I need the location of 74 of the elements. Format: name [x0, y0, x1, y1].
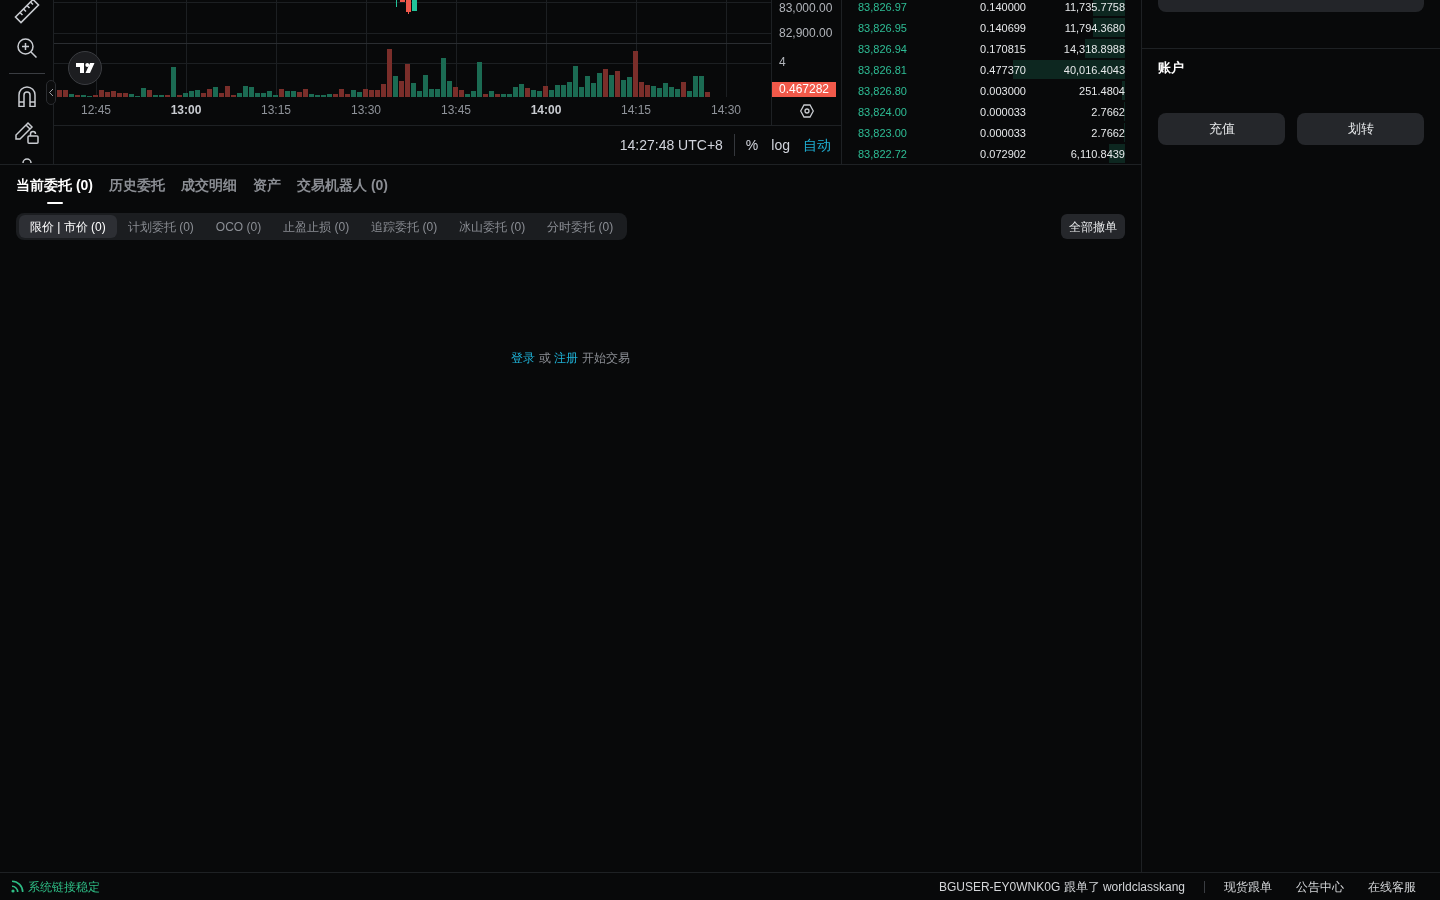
login-link[interactable]: 登录 — [511, 351, 536, 365]
order-type-tab[interactable]: 追踪委托 (0) — [360, 215, 449, 238]
footer-link[interactable]: 公告中心 — [1296, 877, 1344, 896]
price-axis-label: 82,900.00 — [779, 25, 833, 41]
order-amount: 0.170815 — [979, 41, 1026, 56]
price-axis-label: 83,000.00 — [779, 0, 833, 16]
order-price: 83,823.00 — [858, 125, 908, 140]
order-type-tab[interactable]: 限价 | 市价 (0) — [19, 215, 117, 238]
settings-icon[interactable] — [800, 104, 814, 118]
chart-clock: 14:27:48 UTC+8 — [619, 135, 723, 155]
order-total: 2.7662 — [1090, 125, 1125, 140]
chevron-left-icon — [49, 89, 53, 96]
register-link[interactable]: 注册 — [554, 351, 579, 365]
orders-tab[interactable]: 历史委托 — [109, 175, 165, 204]
order-type-tab[interactable]: 计划委托 (0) — [116, 215, 205, 238]
footer-link[interactable]: 在线客服 — [1368, 877, 1416, 896]
order-amount: 0.140699 — [979, 20, 1026, 35]
ruler-icon[interactable] — [13, 0, 40, 24]
arc-icon[interactable] — [21, 158, 32, 163]
cancel-all-button[interactable]: 全部撤单 — [1061, 214, 1125, 239]
order-price: 83,826.95 — [858, 20, 908, 35]
order-total: 14,318.8988 — [1062, 41, 1125, 56]
order-type-tab[interactable]: 止盈止损 (0) — [272, 215, 361, 238]
order-type-tab[interactable]: 冰山委托 (0) — [448, 215, 537, 238]
time-axis-label: 12:45 — [81, 103, 111, 117]
time-axis-label: 14:15 — [621, 103, 651, 117]
orders-tab[interactable]: 资产 — [253, 175, 281, 204]
footer-link[interactable]: 现货跟单 — [1224, 877, 1272, 896]
time-axis-label: 13:45 — [441, 103, 471, 117]
order-amount: 0.000033 — [979, 125, 1026, 140]
order-price: 83,826.80 — [858, 83, 908, 98]
login-prompt: 登录 或 注册 开始交易 — [510, 350, 631, 367]
time-axis-label: 14:00 — [530, 103, 562, 117]
order-amount: 0.140000 — [979, 0, 1026, 14]
order-type-tab[interactable]: OCO (0) — [204, 215, 273, 238]
account-button[interactable]: 充值 — [1158, 113, 1285, 145]
order-price: 83,826.94 — [858, 41, 908, 56]
copy-trade-notice: BGUSER-EY0WNK0G 跟单了 worldclasskang — [938, 878, 1185, 896]
logo-icon[interactable] — [68, 51, 102, 85]
order-price: 83,826.81 — [858, 62, 908, 77]
order-price: 83,822.72 — [858, 146, 908, 161]
order-total: 11,735.7758 — [1063, 0, 1125, 14]
last-volume-badge: 0.467282 — [772, 82, 836, 97]
signal-icon — [11, 880, 24, 893]
collapse-handle[interactable] — [46, 80, 56, 105]
scale-option[interactable]: 自动 — [803, 135, 831, 155]
time-axis-label: 13:15 — [261, 103, 291, 117]
pencil-lock-icon[interactable] — [14, 120, 39, 144]
order-total: 251.4804 — [1078, 83, 1125, 98]
order-amount: 0.000033 — [979, 104, 1026, 119]
scale-option[interactable]: % — [745, 135, 759, 155]
account-button[interactable]: 划转 — [1297, 113, 1424, 145]
volume-axis-label: 4 — [779, 54, 786, 70]
time-axis-label: 13:30 — [351, 103, 381, 117]
order-total: 6,110.8439 — [1069, 146, 1125, 161]
order-type-tab[interactable]: 分时委托 (0) — [536, 215, 625, 238]
magnet-icon[interactable] — [17, 86, 36, 107]
order-price: 83,826.97 — [858, 0, 908, 14]
connection-status: 系统链接稳定 — [28, 878, 100, 896]
order-total: 2.7662 — [1090, 104, 1125, 119]
order-total: 11,794.3680 — [1063, 20, 1125, 35]
time-axis-label: 13:00 — [170, 103, 202, 117]
order-amount: 0.477370 — [979, 62, 1026, 77]
order-total: 40,016.4043 — [1062, 62, 1125, 77]
order-amount: 0.003000 — [979, 83, 1026, 98]
orders-tab[interactable]: 交易机器人 (0) — [297, 175, 388, 204]
account-title: 账户 — [1157, 59, 1185, 77]
zoom-in-icon[interactable] — [16, 38, 37, 58]
orders-tab[interactable]: 成交明细 — [181, 175, 237, 204]
scale-option[interactable]: log — [771, 135, 790, 155]
order-amount: 0.072902 — [979, 146, 1026, 161]
order-price: 83,824.00 — [858, 104, 908, 119]
orders-tab[interactable]: 当前委托 (0) — [16, 175, 93, 204]
time-axis-label: 14:30 — [711, 103, 741, 117]
